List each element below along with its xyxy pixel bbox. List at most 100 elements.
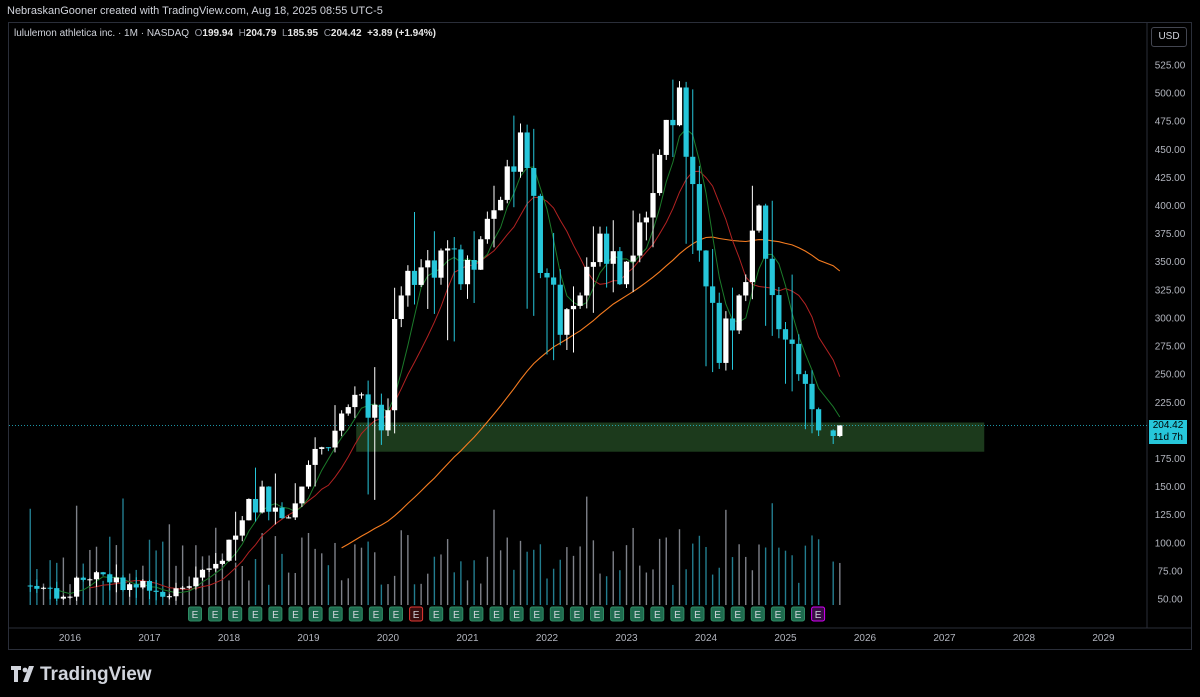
y-tick-label: 300.00: [1155, 313, 1186, 324]
candle-body: [279, 507, 285, 519]
candle-body: [517, 132, 524, 172]
x-tick-label: 2020: [377, 633, 400, 644]
earnings-badge-label: E: [413, 610, 420, 621]
candle-body: [749, 230, 755, 283]
candle-body: [663, 119, 669, 155]
candle-body: [153, 590, 159, 592]
low-value: 185.95: [287, 28, 319, 39]
y-tick-label: 100.00: [1155, 538, 1186, 549]
x-tick-label: 2028: [1013, 633, 1036, 644]
x-tick-label: 2017: [138, 633, 161, 644]
candle-body: [213, 563, 219, 569]
candle-body: [438, 250, 444, 278]
candle-body: [425, 260, 431, 268]
y-tick-label: 250.00: [1155, 370, 1186, 381]
candle-body: [312, 448, 318, 465]
earnings-badge-label: E: [775, 610, 782, 621]
candle-body: [252, 498, 259, 513]
candle-body: [464, 259, 471, 285]
candle-body: [769, 258, 775, 296]
currency-button[interactable]: USD: [1151, 27, 1187, 47]
candle-body: [107, 574, 113, 583]
candle-body: [498, 199, 504, 211]
earnings-badge-label: E: [553, 610, 560, 621]
candle-body: [40, 587, 47, 589]
candle-body: [133, 584, 139, 588]
candle-body: [471, 259, 477, 270]
x-tick-label: 2022: [536, 633, 559, 644]
candle-body: [418, 267, 424, 285]
x-tick-label: 2023: [615, 633, 638, 644]
candle-body: [564, 309, 570, 335]
candle-body: [173, 588, 179, 597]
candle-body: [358, 394, 365, 396]
candle-body: [219, 560, 225, 564]
candle-body: [723, 318, 729, 363]
candle-body: [584, 266, 590, 296]
earnings-badge-label: E: [192, 610, 199, 621]
candle-body: [690, 156, 696, 185]
brand-name: TradingView: [40, 664, 152, 685]
high-value: 204.79: [245, 28, 277, 39]
y-tick-label: 400.00: [1155, 201, 1186, 212]
x-tick-label: 2021: [456, 633, 479, 644]
candle-body: [100, 572, 106, 575]
candle-body: [352, 394, 358, 408]
candle-body: [160, 591, 166, 597]
x-tick-label: 2016: [59, 633, 82, 644]
candle-body: [405, 270, 411, 296]
candle-body: [127, 584, 133, 591]
candle-body: [146, 581, 153, 591]
candle-body: [630, 255, 636, 262]
y-tick-label: 125.00: [1155, 510, 1186, 521]
candle-body: [703, 250, 709, 287]
earnings-badge-label: E: [312, 610, 319, 621]
earnings-badge-label: E: [533, 610, 540, 621]
y-tick-label: 525.00: [1155, 61, 1186, 72]
candle-body: [524, 132, 530, 168]
candle-body: [246, 498, 252, 521]
x-tick-label: 2018: [218, 633, 241, 644]
y-tick-label: 75.00: [1157, 566, 1182, 577]
candle-body: [345, 407, 351, 414]
candle-body: [458, 249, 464, 285]
candle-body: [47, 587, 53, 589]
candle-body: [570, 305, 577, 310]
earnings-badge-label: E: [453, 610, 460, 621]
candle-body: [511, 166, 517, 172]
candle-body: [27, 585, 33, 587]
candle-body: [610, 251, 616, 264]
y-tick-label: 325.00: [1155, 285, 1186, 296]
candle-body: [266, 486, 272, 512]
candle-body: [557, 284, 563, 335]
candle-body: [180, 587, 186, 589]
earnings-badge-label: E: [674, 610, 681, 621]
price-chart[interactable]: 50.0075.00100.00125.00150.00175.00200.00…: [0, 0, 1200, 650]
candle-body: [604, 233, 610, 264]
x-tick-label: 2025: [774, 633, 797, 644]
footer: [0, 650, 1200, 697]
candle-body: [365, 394, 371, 418]
candle-body: [34, 585, 40, 589]
candle-body: [837, 425, 843, 436]
symbol-name: lululemon athletica inc. · 1M · NASDAQ: [14, 28, 190, 39]
candle-body: [670, 119, 676, 126]
earnings-badge-label: E: [332, 610, 339, 621]
candle-body: [617, 251, 623, 285]
symbol-legend: lululemon athletica inc. · 1M · NASDAQ O…: [14, 28, 436, 39]
candle-body: [577, 295, 583, 306]
candle-body: [696, 184, 702, 251]
earnings-badge-label: E: [232, 610, 239, 621]
candle-body: [398, 295, 404, 320]
candle-body: [683, 87, 689, 157]
ma-mid-line: [89, 170, 841, 590]
candle-body: [789, 339, 795, 344]
candle-body: [782, 329, 789, 340]
earnings-badge-label: E: [734, 610, 741, 621]
candle-body: [140, 581, 146, 588]
candle-body: [193, 577, 199, 587]
candle-body: [113, 577, 119, 583]
candle-body: [478, 239, 484, 270]
earnings-badge-label: E: [252, 610, 259, 621]
candle-body: [763, 205, 769, 259]
